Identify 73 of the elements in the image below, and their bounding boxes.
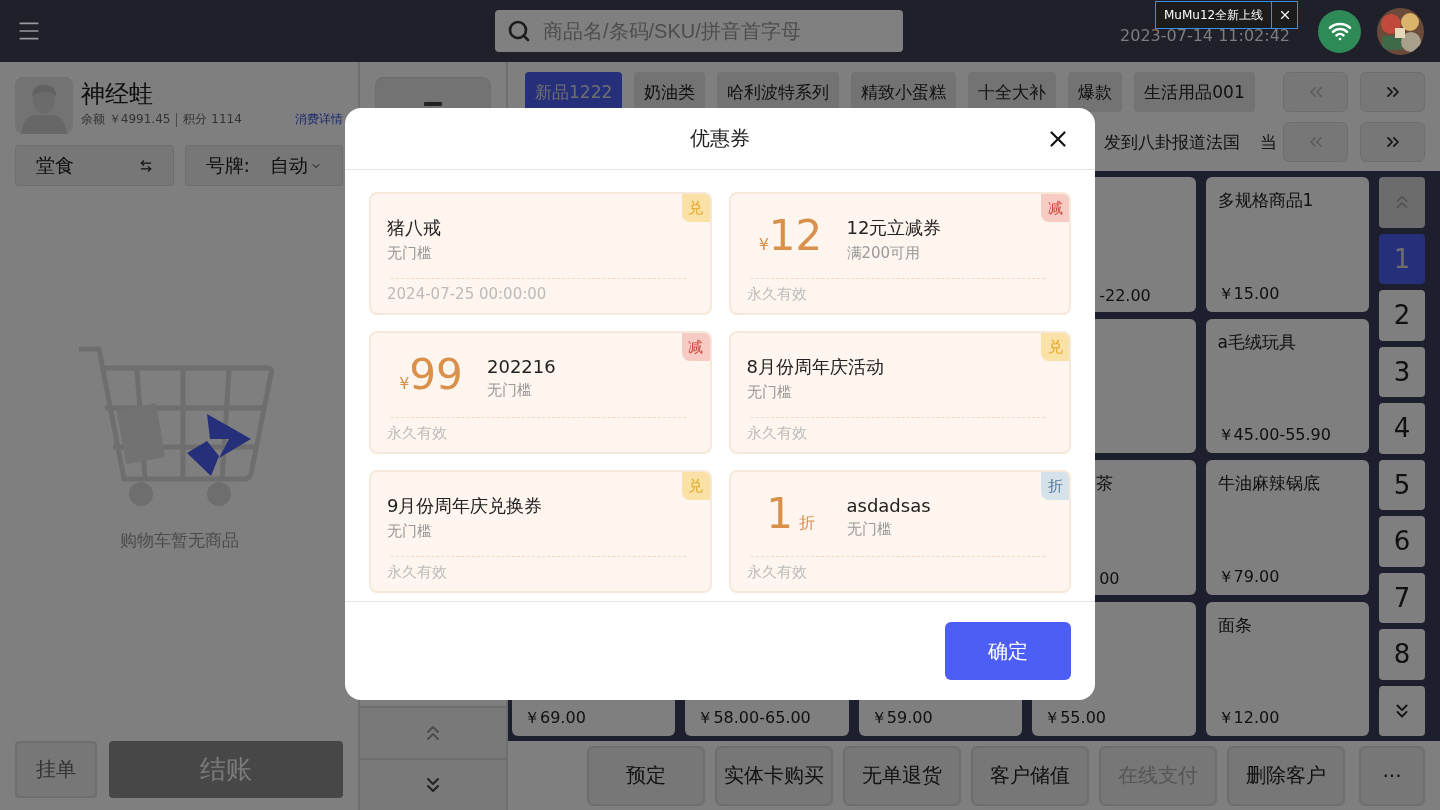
product-card[interactable]: a毛绒玩具 ￥45.00-55.90 (1205, 318, 1369, 453)
page-button[interactable]: 2 (1379, 290, 1425, 341)
coupon-title: asdadsas (846, 495, 931, 516)
coupon-type-tag: 兑 (681, 194, 710, 222)
coupon-condition: 满200可用 (846, 243, 922, 263)
category-tab[interactable]: 爆款 (1068, 72, 1123, 112)
coupon-validity: 永久有效 (746, 563, 808, 582)
subcategory-tab[interactable]: 发到八卦报道法国 (1104, 130, 1240, 154)
coupon-title: 202216 (487, 356, 556, 377)
datetime: 2023-07-14 11:02:42 (1120, 25, 1290, 45)
coupon-title: 8月份周年庆活动 (746, 354, 884, 379)
page-button[interactable]: 5 (1379, 459, 1425, 510)
points-text: 积分 1114 (183, 111, 242, 128)
notification-text: MuMu12全新上线 (1163, 6, 1265, 24)
coupon-card[interactable]: ¥12 12元立减券 满200可用 永久有效 减 (728, 192, 1071, 315)
action-button[interactable]: ··· (1359, 745, 1425, 806)
page-button[interactable]: 6 (1379, 516, 1425, 567)
action-button[interactable]: 删除客户 (1227, 745, 1345, 806)
wifi-icon[interactable] (1318, 9, 1361, 53)
coupon-card[interactable]: 猪八戒 无门槛 2024-07-25 00:00:00 兑 (369, 192, 712, 315)
dialog-title: 优惠券 (690, 125, 750, 152)
coupon-validity: 2024-07-25 00:00:00 (387, 285, 548, 303)
page-button[interactable]: 3 (1379, 346, 1425, 397)
page-button[interactable]: 8 (1379, 629, 1425, 680)
customer-name: 神经蛙 (81, 79, 154, 110)
swap-icon (138, 158, 153, 173)
coupon-type-tag: 减 (1041, 194, 1069, 222)
product-card[interactable]: 多规格商品1 ￥15.00 (1205, 177, 1369, 312)
coupon-card[interactable]: 1 折 asdadsas 无门槛 永久有效 折 (728, 470, 1071, 593)
subcategory-tab[interactable]: 当 (1260, 130, 1277, 154)
coupon-condition: 无门槛 (746, 382, 793, 402)
coupon-type-tag: 折 (1041, 472, 1069, 500)
coupon-amount: 1 折 (765, 493, 816, 535)
category-tab[interactable]: 生活用品001 (1134, 72, 1255, 112)
confirm-button[interactable]: 确定 (945, 622, 1071, 680)
coupon-card[interactable]: 9月份周年庆兑换券 无门槛 永久有效 兑 (369, 470, 712, 593)
coupon-amount: ¥12 (757, 215, 824, 257)
order-type-selector[interactable]: 堂食 (15, 145, 174, 186)
coupon-type-tag: 兑 (681, 472, 710, 500)
page-down-button[interactable] (1379, 685, 1425, 736)
coupon-condition: 无门槛 (487, 381, 533, 400)
product-card[interactable]: 牛油麻辣锅底 ￥79.00 (1205, 460, 1369, 595)
coupon-validity: 永久有效 (746, 285, 808, 304)
action-button[interactable]: 实体卡购买 (715, 745, 833, 806)
coupon-amount: ¥99 (398, 354, 464, 396)
number-plate-selector[interactable]: 号牌: 自动 (184, 145, 343, 186)
search-icon (507, 19, 531, 43)
next-button[interactable] (1360, 72, 1425, 112)
coupon-validity: 永久有效 (387, 424, 448, 443)
coupon-validity: 永久有效 (746, 424, 808, 443)
page-button[interactable]: 4 (1379, 403, 1425, 454)
coupon-condition: 无门槛 (387, 243, 433, 263)
minus-icon (424, 101, 442, 106)
next-button[interactable] (1360, 122, 1425, 162)
coupon-validity: 永久有效 (387, 563, 448, 582)
balance-text: 余额 ￥4991.45 (81, 111, 171, 128)
coupon-type-tag: 兑 (1041, 333, 1069, 361)
action-button[interactable]: 预定 (587, 745, 705, 806)
coupon-type-tag: 减 (681, 333, 710, 361)
coupon-title: 9月份周年庆兑换券 (387, 493, 543, 518)
action-button[interactable]: 客户储值 (971, 745, 1089, 806)
details-link[interactable]: 消费详情 (295, 111, 343, 128)
action-button[interactable]: 无单退货 (843, 745, 961, 806)
coupon-title: 12元立减券 (846, 215, 942, 240)
product-card[interactable]: 面条 ￥12.00 (1205, 601, 1369, 736)
avatar-icon (15, 77, 73, 134)
coupon-condition: 无门槛 (387, 521, 433, 541)
coupon-condition: 无门槛 (846, 520, 893, 539)
page-button[interactable]: 7 (1379, 572, 1425, 623)
coupon-card[interactable]: 8月份周年庆活动 无门槛 永久有效 兑 (728, 331, 1071, 454)
coupon-card[interactable]: ¥99 202216 无门槛 永久有效 减 (369, 331, 712, 454)
coupon-title: 猪八戒 (387, 215, 441, 240)
hold-order-button[interactable]: 挂单 (15, 741, 97, 798)
